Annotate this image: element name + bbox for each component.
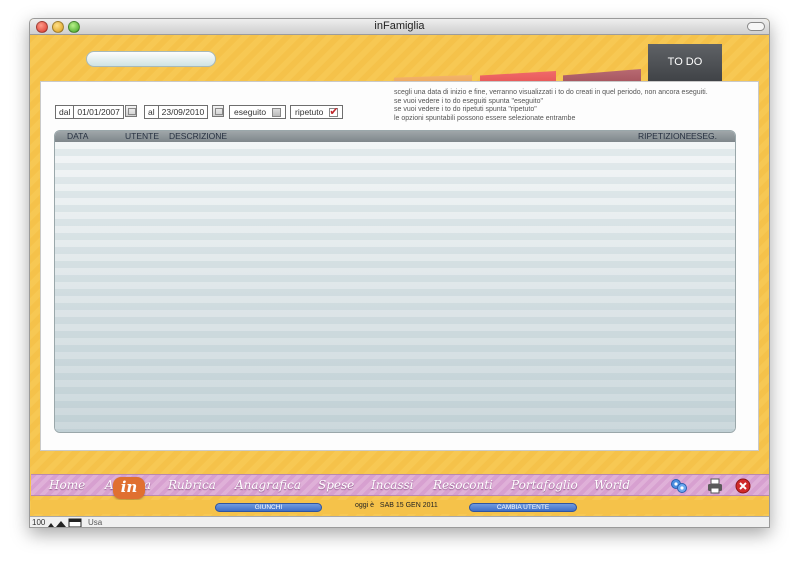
instruction-line: le opzioni spuntabili possono essere sel…: [394, 114, 576, 122]
from-date-value[interactable]: 01/01/2007: [74, 107, 123, 117]
calendar-icon[interactable]: [125, 105, 137, 117]
users-icon[interactable]: [670, 477, 688, 495]
todo-table: DATA UTENTE DESCRIZIONE RIPETIZIONE ESEG…: [54, 130, 736, 433]
layout-mode[interactable]: Usa: [88, 518, 102, 527]
close-icon[interactable]: [734, 477, 752, 495]
tab-todo[interactable]: TO DO: [648, 44, 722, 82]
nav-resoconti[interactable]: Resoconti: [433, 478, 493, 492]
app-window: inFamiglia GIORNO SETTIMANA MESE TO DO s…: [29, 18, 770, 528]
window-title: inFamiglia: [374, 20, 425, 32]
change-user-button[interactable]: CAMBIA UTENTE: [469, 503, 577, 512]
column-header-descrizione[interactable]: DESCRIZIONE: [169, 131, 227, 142]
nav-rubrica[interactable]: Rubrica: [168, 478, 216, 492]
from-date-label: dal: [56, 106, 75, 118]
window-bottom-bar: 100 Usa: [30, 516, 769, 528]
repeat-label: ripetuto: [295, 107, 324, 117]
column-header-ripetizione[interactable]: RIPETIZIONE: [638, 131, 691, 142]
to-date-value[interactable]: 23/09/2010: [159, 107, 208, 117]
app-logo: in: [113, 477, 145, 499]
nav-home[interactable]: Home: [49, 478, 85, 492]
today-label: oggi è: [355, 502, 375, 509]
nav-spese[interactable]: Spese: [318, 478, 354, 492]
calendar-icon[interactable]: [212, 105, 224, 117]
nav-incassi[interactable]: Incassi: [371, 478, 414, 492]
nav-world[interactable]: World: [594, 478, 630, 492]
view-mode-icons[interactable]: [47, 518, 83, 528]
nav-anagrafica[interactable]: Anagrafica: [235, 478, 301, 492]
instruction-line: se vuoi vedere i to do ripetuti spunta "…: [394, 106, 537, 114]
zoom-level[interactable]: 100: [32, 518, 45, 527]
done-checkbox[interactable]: eseguito: [229, 105, 287, 119]
today-display: oggi è SAB 15 GEN 2011: [355, 502, 438, 509]
toolbar-toggle-button[interactable]: [747, 22, 765, 31]
column-header-data[interactable]: DATA: [67, 131, 88, 142]
done-checkbox-box[interactable]: [272, 107, 282, 117]
to-date-field[interactable]: al 23/09/2010: [144, 105, 209, 119]
from-date-field[interactable]: dal 01/01/2007: [55, 105, 124, 119]
today-date: SAB 15 GEN 2011: [379, 502, 438, 509]
repeat-checkbox[interactable]: ripetuto: [290, 105, 344, 119]
instructions-text: scegli una data di inizio e fine, verran…: [394, 89, 708, 123]
table-shading: [55, 142, 735, 432]
instruction-line: scegli una data di inizio e fine, verran…: [394, 89, 708, 96]
column-header-eseguito[interactable]: ESEG.: [691, 131, 717, 142]
to-date-label: al: [145, 106, 159, 118]
check-icon[interactable]: [329, 105, 339, 118]
current-user-button[interactable]: GIUNCHI: [215, 503, 322, 512]
column-header-utente[interactable]: UTENTE: [125, 131, 159, 142]
printer-icon[interactable]: [706, 477, 724, 495]
nav-portafoglio[interactable]: Portafoglio: [511, 478, 578, 492]
search-input[interactable]: [86, 51, 216, 67]
done-label: eseguito: [234, 107, 267, 117]
table-header: DATA UTENTE DESCRIZIONE RIPETIZIONE ESEG…: [55, 131, 735, 142]
instruction-line: se vuoi vedere i to do eseguiti spunta "…: [394, 97, 543, 105]
title-bar: inFamiglia: [30, 19, 769, 35]
